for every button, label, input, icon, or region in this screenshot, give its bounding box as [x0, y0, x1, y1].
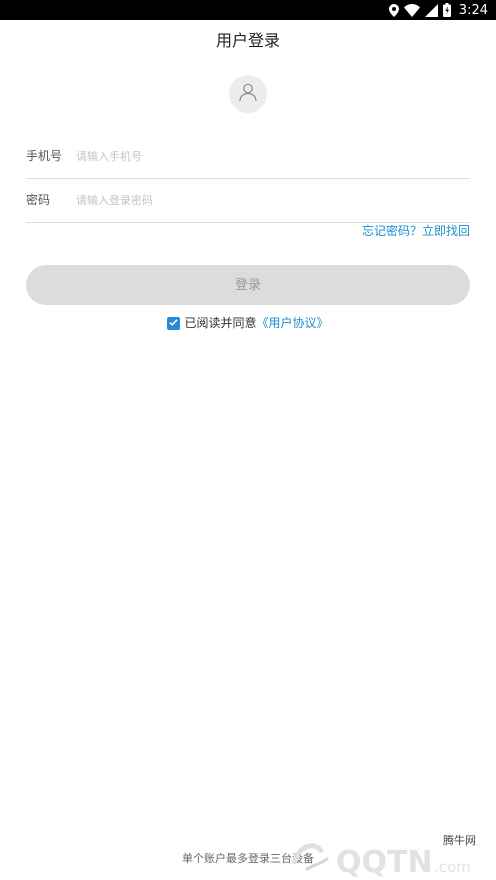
status-icons: 3:24 — [388, 0, 488, 20]
phone-input[interactable] — [76, 144, 466, 168]
svg-text:QQTN: QQTN — [336, 845, 433, 878]
status-time: 3:24 — [458, 2, 488, 18]
watermark: QQTN .com 腾牛网 — [288, 830, 488, 878]
login-screen: 3:24 用户登录 手机号 密码 忘记密码？立即找回 登录 已阅读并同意 — [0, 0, 496, 880]
avatar[interactable] — [229, 75, 267, 113]
location-icon — [388, 3, 399, 17]
signal-icon — [424, 3, 438, 17]
user-agreement-link[interactable]: 《用户协议》 — [257, 315, 329, 331]
password-row: 密码 — [26, 178, 470, 223]
user-icon — [238, 82, 258, 106]
battery-icon — [442, 3, 451, 17]
agree-text: 已阅读并同意 — [184, 316, 257, 330]
watermark-site-name: 腾牛网 — [443, 834, 476, 847]
phone-row: 手机号 — [26, 134, 470, 179]
agree-checkbox[interactable] — [167, 315, 181, 331]
svg-text:.com: .com — [434, 858, 471, 876]
forgot-password-link[interactable]: 忘记密码？立即找回 — [362, 223, 470, 239]
status-bar: 3:24 — [0, 0, 496, 20]
password-input[interactable] — [76, 188, 466, 212]
check-icon — [169, 315, 179, 331]
phone-label: 手机号 — [26, 149, 63, 163]
page-title: 用户登录 — [215, 31, 280, 50]
password-label: 密码 — [26, 193, 51, 207]
agreement: 已阅读并同意 《用户协议》 — [0, 315, 496, 331]
login-button[interactable]: 登录 — [26, 265, 470, 305]
wifi-icon — [403, 3, 420, 17]
